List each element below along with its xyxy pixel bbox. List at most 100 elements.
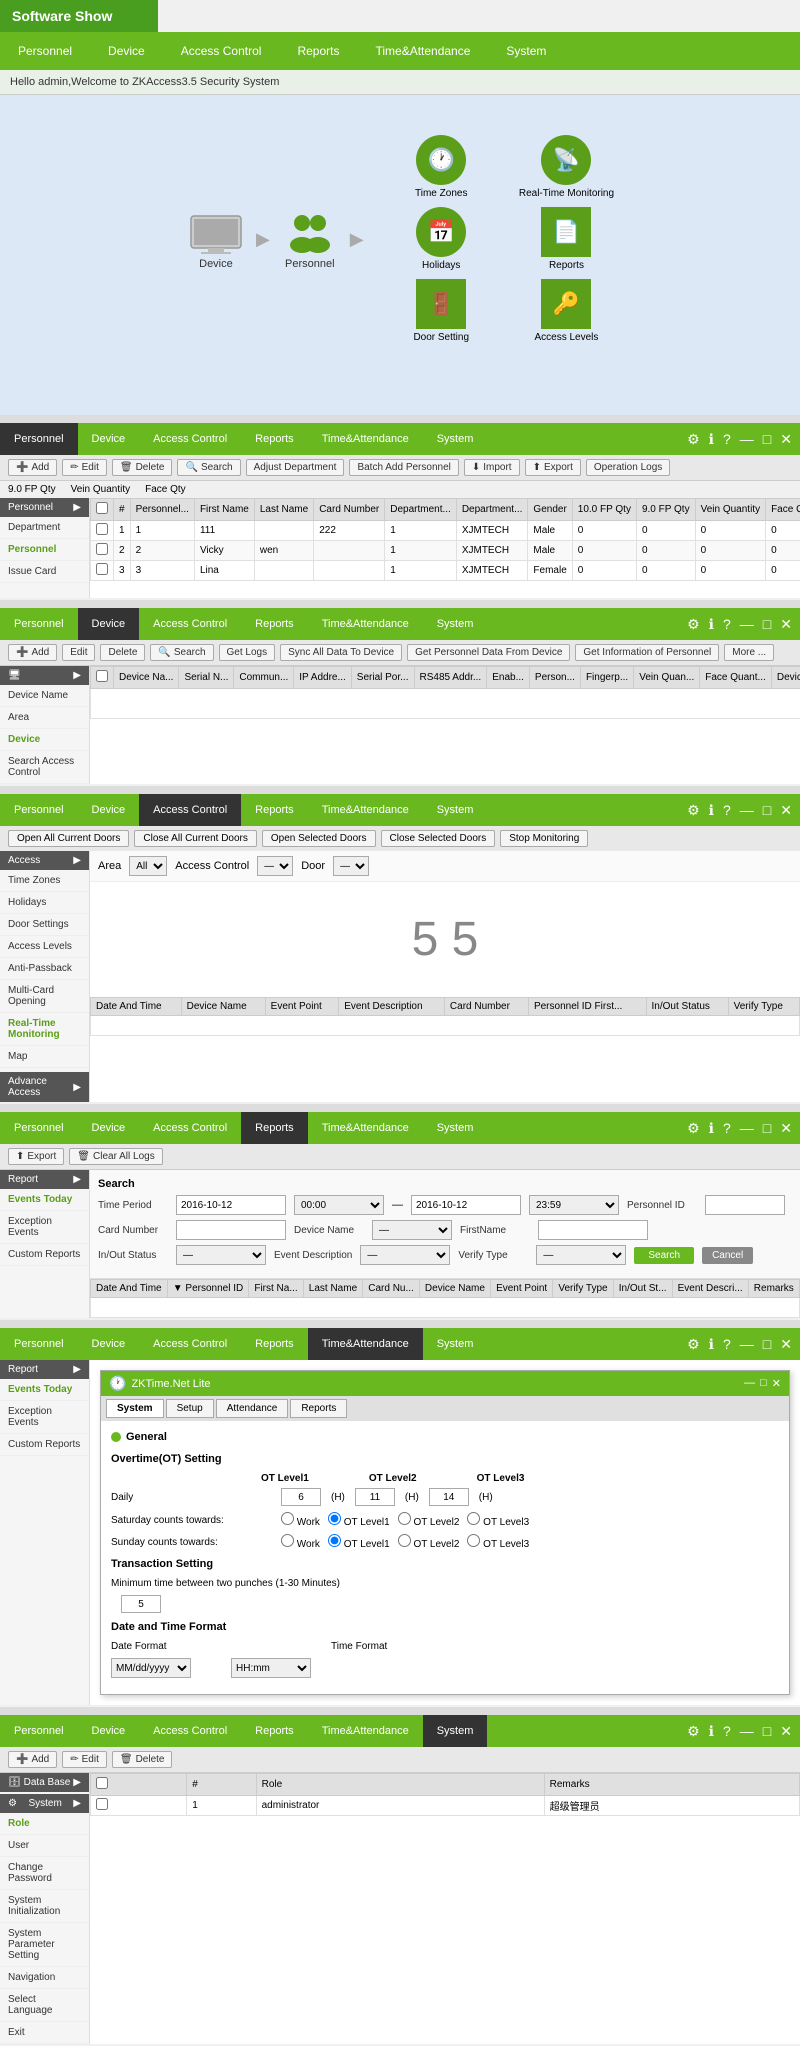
table-row[interactable]: 2 2 Vicky wen 1 XJMTECH Male 0 0 0 0 xyxy=(91,541,800,561)
export-button[interactable]: ⬆ Export xyxy=(525,459,581,476)
table-row[interactable]: 1 1 111 222 1 XJMTECH Male 0 0 0 0 xyxy=(91,521,800,541)
time-format-select[interactable]: HH:mm xyxy=(231,1658,311,1678)
maximize-icon[interactable]: □ xyxy=(760,800,774,820)
search-button[interactable]: 🔍 Search xyxy=(177,459,240,476)
sidebar-expand-icon[interactable]: ▶ xyxy=(73,1174,81,1185)
pnav-system[interactable]: System xyxy=(423,423,488,455)
daily-ot3-input[interactable] xyxy=(429,1488,469,1506)
sat-ot2-radio[interactable] xyxy=(398,1512,411,1525)
info-icon[interactable]: ℹ xyxy=(706,1721,717,1742)
tanav-system[interactable]: System xyxy=(423,1328,488,1360)
daily-ot1-input[interactable] xyxy=(281,1488,321,1506)
ta-tab-attendance[interactable]: Attendance xyxy=(216,1399,289,1418)
sidebar-ta-events[interactable]: Events Today xyxy=(0,1379,89,1401)
sidebar-exception-events[interactable]: Exception Events xyxy=(0,1211,89,1244)
sun-ot1-radio[interactable] xyxy=(328,1534,341,1547)
rnav-ta[interactable]: Time&Attendance xyxy=(308,1112,423,1144)
sidebar-events-today[interactable]: Events Today xyxy=(0,1189,89,1211)
row-check[interactable] xyxy=(91,561,114,581)
help-icon[interactable]: ? xyxy=(720,614,734,634)
acnav-personnel[interactable]: Personnel xyxy=(0,794,78,826)
maximize-icon[interactable]: □ xyxy=(760,1721,774,1741)
popup-maximize[interactable]: □ xyxy=(760,1377,767,1390)
search-btn[interactable]: 🔍 Search xyxy=(150,644,213,661)
acnav-reports[interactable]: Reports xyxy=(241,794,308,826)
settings-icon[interactable]: ⚙ xyxy=(684,1334,703,1355)
info-icon[interactable]: ℹ xyxy=(706,800,717,821)
nav-time-attendance[interactable]: Time&Attendance xyxy=(357,32,488,70)
table-row[interactable]: 1 administrator 超级管理员 xyxy=(91,1796,800,1816)
add-button[interactable]: ➕ Add xyxy=(8,459,57,476)
ta-tab-system[interactable]: System xyxy=(106,1399,164,1418)
acnav-ta[interactable]: Time&Attendance xyxy=(308,794,423,826)
row-check[interactable] xyxy=(91,1796,187,1816)
pnav-ta[interactable]: Time&Attendance xyxy=(308,423,423,455)
sidebar-expand-icon2[interactable]: ▶ xyxy=(73,1082,81,1093)
sidebar-expand-icon2[interactable]: ▶ xyxy=(73,1798,81,1809)
nav-access-control[interactable]: Access Control xyxy=(163,32,280,70)
info-icon[interactable]: ℹ xyxy=(706,429,717,450)
sat-ot3-radio[interactable] xyxy=(467,1512,480,1525)
sidebar-expand-icon[interactable]: ▶ xyxy=(73,1364,81,1375)
tanav-access[interactable]: Access Control xyxy=(139,1328,241,1360)
get-personnel-btn[interactable]: Get Personnel Data From Device xyxy=(407,644,570,661)
device-name-select[interactable]: — xyxy=(372,1220,452,1240)
tanav-device[interactable]: Device xyxy=(78,1328,140,1360)
rnav-personnel[interactable]: Personnel xyxy=(0,1112,78,1144)
sidebar-sys-lang[interactable]: Select Language xyxy=(0,1989,89,2022)
sysnav-reports[interactable]: Reports xyxy=(241,1715,308,1747)
settings-icon[interactable]: ⚙ xyxy=(684,614,703,635)
tanav-reports[interactable]: Reports xyxy=(241,1328,308,1360)
sidebar-expand-icon[interactable]: ▶ xyxy=(73,1777,81,1788)
minimize-icon[interactable]: — xyxy=(737,429,757,449)
personnel-id-input[interactable] xyxy=(705,1195,785,1215)
maximize-icon[interactable]: □ xyxy=(760,1334,774,1354)
rnav-access[interactable]: Access Control xyxy=(139,1112,241,1144)
sidebar-expand-icon[interactable]: ▶ xyxy=(73,855,81,866)
info-icon[interactable]: ℹ xyxy=(706,614,717,635)
open-selected-btn[interactable]: Open Selected Doors xyxy=(262,830,376,847)
adjust-dept-button[interactable]: Adjust Department xyxy=(246,459,345,476)
sidebar-device[interactable]: Device xyxy=(0,729,89,751)
area-select[interactable]: All xyxy=(129,856,167,876)
sidebar-sys-param[interactable]: System Parameter Setting xyxy=(0,1923,89,1967)
pnav-access[interactable]: Access Control xyxy=(139,423,241,455)
nav-personnel[interactable]: Personnel xyxy=(0,32,90,70)
sidebar-search-access[interactable]: Search Access Control xyxy=(0,751,89,784)
sysnav-access[interactable]: Access Control xyxy=(139,1715,241,1747)
nav-device[interactable]: Device xyxy=(90,32,163,70)
dnav-system[interactable]: System xyxy=(423,608,488,640)
help-icon[interactable]: ? xyxy=(720,1334,734,1354)
sidebar-sys-exit[interactable]: Exit xyxy=(0,2022,89,2044)
card-number-input[interactable] xyxy=(176,1220,286,1240)
popup-close[interactable]: ✕ xyxy=(772,1377,781,1390)
batch-add-button[interactable]: Batch Add Personnel xyxy=(349,459,458,476)
sidebar-sys-changepwd[interactable]: Change Password xyxy=(0,1857,89,1890)
help-icon[interactable]: ? xyxy=(720,1118,734,1138)
help-icon[interactable]: ? xyxy=(720,1721,734,1741)
sidebar-door-settings[interactable]: Door Settings xyxy=(0,914,89,936)
daily-ot2-input[interactable] xyxy=(355,1488,395,1506)
pnav-device[interactable]: Device xyxy=(78,423,140,455)
sysnav-system[interactable]: System xyxy=(423,1715,488,1747)
export-btn[interactable]: ⬆ Export xyxy=(8,1148,64,1165)
close-icon[interactable]: ✕ xyxy=(777,614,795,635)
sysnav-ta[interactable]: Time&Attendance xyxy=(308,1715,423,1747)
sidebar-sys-user[interactable]: User xyxy=(0,1835,89,1857)
minimize-icon[interactable]: — xyxy=(737,1334,757,1354)
maximize-icon[interactable]: □ xyxy=(760,429,774,449)
sidebar-time-zones[interactable]: Time Zones xyxy=(0,870,89,892)
first-name-input[interactable] xyxy=(538,1220,648,1240)
maximize-icon[interactable]: □ xyxy=(760,614,774,634)
info-icon[interactable]: ℹ xyxy=(706,1118,717,1139)
table-row[interactable]: 3 3 Lina 1 XJMTECH Female 0 0 0 0 xyxy=(91,561,800,581)
time-to-hm-select[interactable]: 23:59 xyxy=(529,1195,619,1215)
acnav-access[interactable]: Access Control xyxy=(139,794,241,826)
inout-select[interactable]: — xyxy=(176,1245,266,1265)
sidebar-item-issue-card[interactable]: Issue Card xyxy=(0,561,89,583)
sidebar-device-name[interactable]: Device Name xyxy=(0,685,89,707)
min-value-input[interactable] xyxy=(121,1595,161,1613)
sun-ot2-radio[interactable] xyxy=(398,1534,411,1547)
get-info-btn[interactable]: Get Information of Personnel xyxy=(575,644,719,661)
sidebar-item-personnel[interactable]: Personnel xyxy=(0,539,89,561)
